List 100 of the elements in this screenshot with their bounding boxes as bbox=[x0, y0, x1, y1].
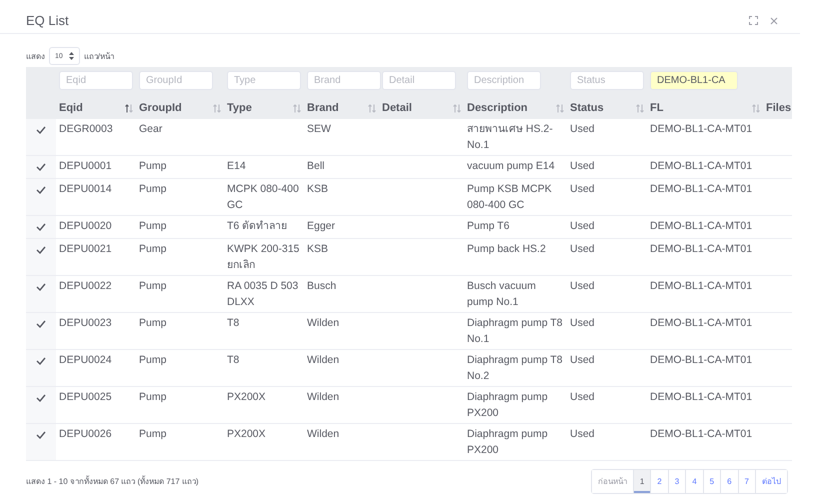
column-header[interactable]: FL bbox=[650, 102, 664, 114]
table-cell: Used bbox=[570, 160, 595, 172]
check-icon[interactable] bbox=[36, 126, 46, 134]
table-cell: Pump back HS.2 bbox=[467, 243, 546, 255]
check-icon[interactable] bbox=[36, 394, 46, 402]
page-size-label: แสดง bbox=[26, 50, 45, 62]
table-cell: DEPU0001 bbox=[59, 160, 112, 172]
table-cell: E14 bbox=[227, 160, 246, 172]
table-cell: DEPU0020 bbox=[59, 220, 112, 232]
table-cell: Wilden bbox=[307, 428, 340, 440]
table-cell: Pump T6 bbox=[467, 220, 510, 232]
table-cell: Used bbox=[570, 183, 595, 195]
page-button[interactable]: 1 bbox=[632, 470, 650, 493]
table-cell: Used bbox=[570, 391, 595, 403]
column-header[interactable]: Detail bbox=[382, 102, 412, 114]
column-header[interactable]: Brand bbox=[307, 102, 339, 114]
table-cell: DEGR0003 bbox=[59, 123, 113, 135]
table-cell: Pump KSB MCPK 080-400 GC bbox=[467, 183, 552, 211]
page-size-label: แถว/หน้า bbox=[84, 50, 114, 62]
filter-field[interactable]: DEMO-BL1-CA bbox=[650, 71, 738, 90]
table-cell: Used bbox=[570, 243, 595, 255]
table-cell: DEMO-BL1-CA-MT01 bbox=[650, 160, 752, 172]
check-icon[interactable] bbox=[36, 357, 46, 365]
table-cell: Pump bbox=[139, 428, 166, 440]
table-cell: KSB bbox=[307, 183, 328, 195]
table-cell: Wilden bbox=[307, 317, 340, 329]
column-header[interactable]: Type bbox=[227, 102, 252, 114]
table-cell: Used bbox=[570, 220, 595, 232]
table-cell: T6 ตัดทำลาย bbox=[227, 220, 288, 232]
table-cell: DEPU0024 bbox=[59, 354, 112, 366]
column-header[interactable]: GroupId bbox=[139, 102, 182, 114]
filter-field[interactable]: Eqid bbox=[59, 71, 133, 90]
filter-field[interactable]: GroupId bbox=[139, 71, 213, 90]
check-icon[interactable] bbox=[36, 186, 46, 194]
table-cell: RA 0035 D 503 DLXX bbox=[227, 280, 298, 308]
check-icon[interactable] bbox=[36, 431, 46, 439]
table-cell: KSB bbox=[307, 243, 328, 255]
table-cell: Diaphragm pump T8 No.1 bbox=[467, 317, 563, 345]
table-cell: DEPU0023 bbox=[59, 317, 112, 329]
table-cell: T8 bbox=[227, 354, 240, 366]
table-cell: Wilden bbox=[307, 354, 340, 366]
table-cell: PX200X bbox=[227, 428, 266, 440]
check-icon[interactable] bbox=[36, 283, 46, 291]
table-cell: KWPK 200-315 ยกเลิก bbox=[227, 243, 300, 271]
table-cell: Busch bbox=[307, 280, 336, 292]
column-header[interactable]: Files bbox=[766, 102, 792, 114]
table-cell: DEMO-BL1-CA-MT01 bbox=[650, 243, 752, 255]
table-cell: Wilden bbox=[307, 391, 340, 403]
sort-icon[interactable] bbox=[125, 104, 133, 112]
table-cell: Gear bbox=[139, 123, 162, 135]
table-cell: DEMO-BL1-CA-MT01 bbox=[650, 317, 752, 329]
table-cell: Busch vacuum pump No.1 bbox=[467, 280, 536, 308]
table-cell: DEMO-BL1-CA-MT01 bbox=[650, 280, 752, 292]
table-cell: DEPU0014 bbox=[59, 183, 112, 195]
check-icon[interactable] bbox=[36, 246, 46, 254]
table-cell: MCPK 080-400 GC bbox=[227, 183, 299, 211]
column-header[interactable]: Status bbox=[570, 102, 604, 114]
table-cell: Pump bbox=[139, 354, 166, 366]
table-cell: SEW bbox=[307, 123, 331, 135]
table-cell: Pump bbox=[139, 243, 166, 255]
fullscreen-icon[interactable] bbox=[749, 16, 758, 25]
table-cell: Used bbox=[570, 354, 595, 366]
table-cell: Diaphragm pump T8 No.2 bbox=[467, 354, 563, 382]
table-cell: Egger bbox=[307, 220, 336, 232]
table-cell: Used bbox=[570, 317, 595, 329]
page-button[interactable]: ต่อไป bbox=[755, 470, 787, 493]
summary-text: แสดง 1 - 10 จากทั้งหมด 67 แถว (ทั้งหมด 717 แถว) bbox=[26, 475, 199, 488]
filter-field[interactable]: Status bbox=[570, 71, 644, 90]
table-cell: PX200X bbox=[227, 391, 266, 403]
table-cell: DEMO-BL1-CA-MT01 bbox=[650, 183, 752, 195]
table-cell: สายพานเศษ HS.2-No.1 bbox=[467, 123, 553, 151]
table-cell: Pump bbox=[139, 160, 166, 172]
table-cell: Used bbox=[570, 280, 595, 292]
dialog-title: EQ List bbox=[26, 13, 69, 28]
table-cell: DEPU0021 bbox=[59, 243, 112, 255]
table-cell: T8 bbox=[227, 317, 240, 329]
check-icon[interactable] bbox=[36, 163, 46, 171]
check-icon[interactable] bbox=[36, 320, 46, 328]
table-cell: Pump bbox=[139, 280, 166, 292]
table-cell: Bell bbox=[307, 160, 325, 172]
table-cell: DEPU0025 bbox=[59, 391, 112, 403]
close-icon[interactable] bbox=[770, 16, 778, 24]
table-cell: DEPU0026 bbox=[59, 428, 112, 440]
column-header[interactable]: Eqid bbox=[59, 102, 83, 114]
table-cell: DEMO-BL1-CA-MT01 bbox=[650, 123, 752, 135]
table-cell: Pump bbox=[139, 220, 166, 232]
filter-field[interactable]: Brand bbox=[307, 71, 381, 90]
stepper-icon[interactable] bbox=[68, 52, 74, 60]
table-cell: Used bbox=[570, 123, 595, 135]
table-cell: Pump bbox=[139, 391, 166, 403]
column-header[interactable]: Description bbox=[467, 102, 528, 114]
table-cell: vacuum pump E14 bbox=[467, 160, 555, 172]
table-cell: DEMO-BL1-CA-MT01 bbox=[650, 391, 752, 403]
table-cell: Pump bbox=[139, 317, 166, 329]
filter-field[interactable]: Type bbox=[227, 71, 301, 90]
table-cell: Used bbox=[570, 428, 595, 440]
check-icon[interactable] bbox=[36, 223, 46, 231]
filter-field[interactable]: Description bbox=[467, 71, 541, 90]
filter-field[interactable]: Detail bbox=[382, 71, 456, 90]
table-cell: DEPU0022 bbox=[59, 280, 112, 292]
